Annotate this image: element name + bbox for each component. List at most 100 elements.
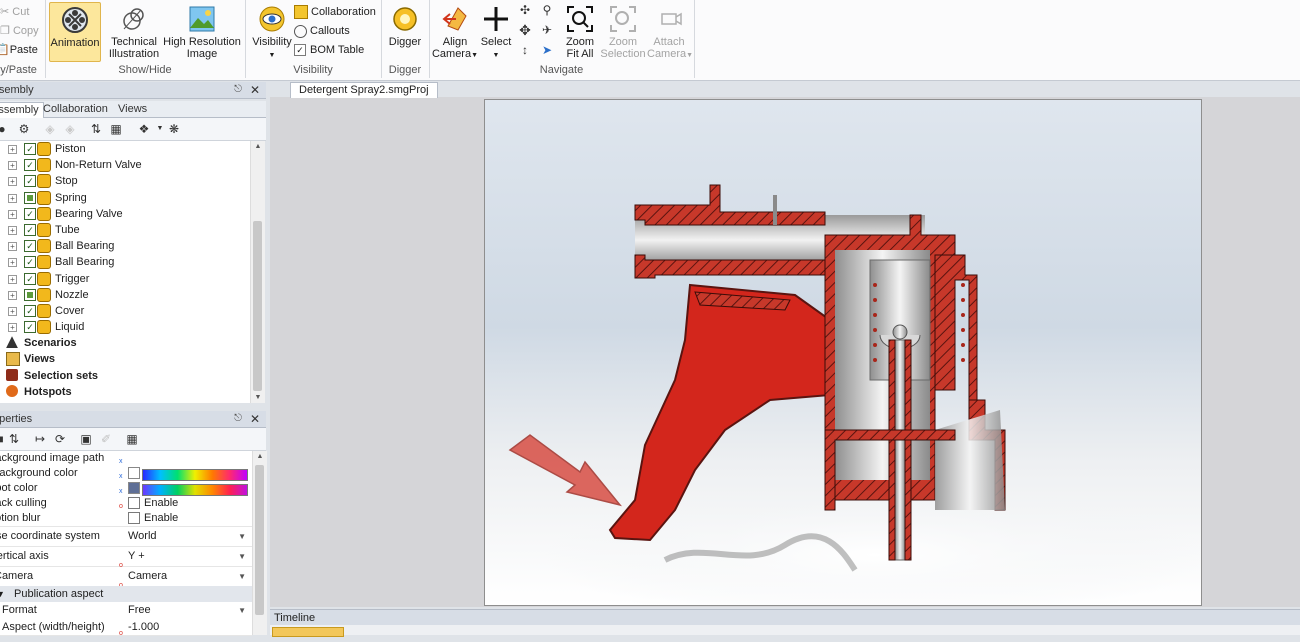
tree-item[interactable]: + ✓ Bearing Valve <box>0 206 250 222</box>
tab-views[interactable]: Views <box>114 102 151 117</box>
tree-item[interactable]: + ✓ Cover <box>0 303 250 319</box>
tree-item[interactable]: + ✓ Tube <box>0 222 250 238</box>
property-row[interactable]: Spot color x <box>0 481 252 497</box>
zoom-selection-button[interactable]: Zoom Selection <box>599 2 647 60</box>
add-icon[interactable]: ● <box>0 121 10 137</box>
isolate-icon[interactable]: ◈ <box>42 121 58 137</box>
zoom-icon[interactable]: ↕ <box>517 42 533 58</box>
visibility-checkbox[interactable]: ✓ <box>24 175 36 188</box>
property-row[interactable]: Background color x <box>0 466 252 482</box>
expand-icon[interactable]: + <box>8 177 17 187</box>
collaboration-button[interactable]: Collaboration <box>294 3 376 21</box>
tab-assembly[interactable]: Assembly <box>0 102 44 118</box>
format-select[interactable]: Free <box>128 602 248 619</box>
zoom-fit-all-button[interactable]: Zoom Fit All <box>561 2 599 60</box>
fly-icon[interactable]: ✈ <box>539 22 555 38</box>
assembly-scrollbar[interactable]: ▲ ▼ <box>250 141 265 403</box>
zoom-box-icon[interactable]: ⚲ <box>539 2 555 18</box>
visibility-checkbox[interactable]: ✓ <box>24 272 36 285</box>
dropdown-arrow-icon[interactable]: ▼ <box>238 567 246 586</box>
pan-icon[interactable]: ✥ <box>517 22 533 38</box>
expand-icon[interactable]: + <box>8 161 17 171</box>
expand-icon[interactable]: + <box>8 306 17 316</box>
3d-viewport[interactable] <box>484 99 1202 606</box>
cut-button[interactable]: ✂ Cut <box>0 3 29 21</box>
unisolate-icon[interactable]: ◈ <box>62 121 78 137</box>
tree-section-hotspots[interactable]: Hotspots <box>0 384 250 400</box>
orbit-icon[interactable]: ✣ <box>517 2 533 18</box>
copy-button[interactable]: ❐ Copy <box>0 22 39 40</box>
close-icon[interactable]: ✕ <box>250 411 260 427</box>
visibility-checkbox[interactable] <box>24 191 36 204</box>
scroll-thumb[interactable] <box>253 221 262 391</box>
attach-camera-button[interactable]: Attach Camera▼ <box>647 2 693 62</box>
sort-alpha-icon[interactable]: ⇅ <box>6 431 22 447</box>
timeline-play-button[interactable] <box>272 627 344 637</box>
tree-item[interactable]: + ✓ Ball Bearing <box>0 238 250 254</box>
high-resolution-image-button[interactable]: High Resolution Image <box>163 2 241 60</box>
aspect-input[interactable]: -1.000 <box>128 619 248 635</box>
expand-icon[interactable]: + <box>8 193 17 203</box>
expand-icon[interactable]: + <box>8 209 17 219</box>
visibility-checkbox[interactable]: ✓ <box>24 159 36 172</box>
camera-select[interactable]: Camera <box>128 567 248 586</box>
visibility-checkbox[interactable]: ✓ <box>24 207 36 220</box>
tree-filter-icon[interactable]: ⚙ <box>16 121 32 137</box>
property-category[interactable]: ▼ Publication aspect <box>0 586 252 602</box>
property-row[interactable]: Back culling o Enable <box>0 496 252 512</box>
columns-icon[interactable]: ▦ <box>108 121 124 137</box>
reset-icon[interactable]: ▣ <box>78 431 94 447</box>
tree-item[interactable]: + ✓ Ball Bearing <box>0 254 250 270</box>
property-row[interactable]: Aspect (width/height) o -1.000 <box>0 619 252 637</box>
callouts-button[interactable]: Callouts <box>294 22 350 40</box>
visibility-checkbox[interactable] <box>24 288 36 301</box>
color-picker-gradient[interactable] <box>142 469 248 481</box>
dropdown-arrow-icon[interactable]: ▼ <box>238 547 246 566</box>
expand-icon[interactable]: + <box>8 274 17 284</box>
scroll-up-icon[interactable]: ▲ <box>251 143 265 150</box>
expand-icon[interactable]: + <box>8 258 17 268</box>
expand-icon[interactable]: + <box>8 290 17 300</box>
walk-icon[interactable]: ➤ <box>539 42 555 58</box>
scroll-down-icon[interactable]: ▼ <box>251 394 265 401</box>
visibility-checkbox[interactable]: ✓ <box>24 223 36 236</box>
paste-button[interactable]: 📋Paste <box>0 41 38 59</box>
coordinate-system-select[interactable]: World <box>128 527 248 546</box>
explode-icon[interactable]: ❋ <box>166 121 182 137</box>
tree-item[interactable]: + ✓ Stop <box>0 173 250 189</box>
select-button[interactable]: Select ▼ <box>479 2 513 62</box>
tree-item[interactable]: + ✓ Liquid <box>0 319 250 335</box>
expand-all-icon[interactable]: ↦ <box>32 431 48 447</box>
visibility-button[interactable]: Visibility ▼ <box>249 2 295 62</box>
export-icon[interactable]: ▦ <box>124 431 140 447</box>
tree-item[interactable]: + Spring <box>0 190 250 206</box>
edit-icon[interactable]: ✐ <box>98 431 114 447</box>
back-culling-checkbox[interactable]: Enable <box>128 496 248 511</box>
paint-icon[interactable]: ❖ <box>136 121 152 137</box>
visibility-checkbox[interactable]: ✓ <box>24 256 36 269</box>
visibility-checkbox[interactable]: ✓ <box>24 240 36 253</box>
align-camera-button[interactable]: Align Camera▼ <box>431 2 479 62</box>
pin-icon[interactable]: ⎋ <box>234 82 242 98</box>
property-row[interactable]: Motion blur Enable <box>0 511 252 527</box>
property-row[interactable]: Vertical axis o Y + ▼ <box>0 547 252 569</box>
scroll-up-icon[interactable]: ▲ <box>253 453 267 460</box>
tree-section-views[interactable]: Views <box>0 351 250 367</box>
close-icon[interactable]: ✕ <box>250 82 260 98</box>
tab-collaboration[interactable]: Collaboration <box>39 102 112 117</box>
visibility-checkbox[interactable]: ✓ <box>24 321 36 334</box>
document-tab[interactable]: Detergent Spray2.smgProj <box>290 82 438 98</box>
tree-item[interactable]: + Nozzle <box>0 287 250 303</box>
bom-table-checkbox[interactable]: ✓ BOM Table <box>294 41 364 59</box>
tree-item[interactable]: + ✓ Piston <box>0 141 250 157</box>
vertical-axis-select[interactable]: Y + <box>128 547 248 566</box>
property-row[interactable]: Format Free ▼ <box>0 602 252 620</box>
animation-button[interactable]: Animation <box>49 2 101 62</box>
spray-nozzle-cutaway-model[interactable] <box>485 100 1201 605</box>
tree-section-scenarios[interactable]: Scenarios <box>0 335 250 351</box>
property-row[interactable]: Use coordinate system World ▼ <box>0 527 252 547</box>
visibility-checkbox[interactable]: ✓ <box>24 304 36 317</box>
expand-icon[interactable]: + <box>8 145 17 154</box>
refresh-icon[interactable]: ⟳ <box>52 431 68 447</box>
expand-icon[interactable]: + <box>8 242 17 252</box>
